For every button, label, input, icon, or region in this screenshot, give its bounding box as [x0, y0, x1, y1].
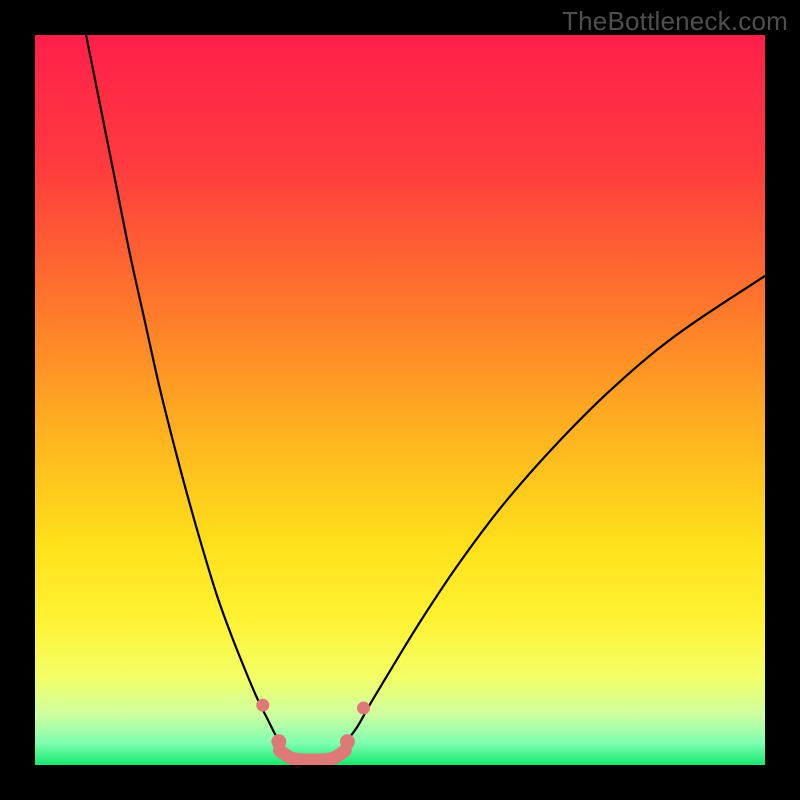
series-floor-band — [280, 750, 346, 760]
watermark-text: TheBottleneck.com — [562, 6, 788, 37]
series-left-branch — [86, 35, 283, 747]
series-right-branch — [342, 276, 765, 747]
marker-right-dot-lower — [340, 734, 355, 749]
plot-curves — [35, 35, 765, 765]
plot-area — [35, 35, 765, 765]
marker-left-dot-lower — [271, 734, 286, 749]
marker-right-dot-upper — [357, 702, 370, 715]
chart-frame: TheBottleneck.com — [0, 0, 800, 800]
marker-left-dot-upper — [256, 699, 269, 712]
